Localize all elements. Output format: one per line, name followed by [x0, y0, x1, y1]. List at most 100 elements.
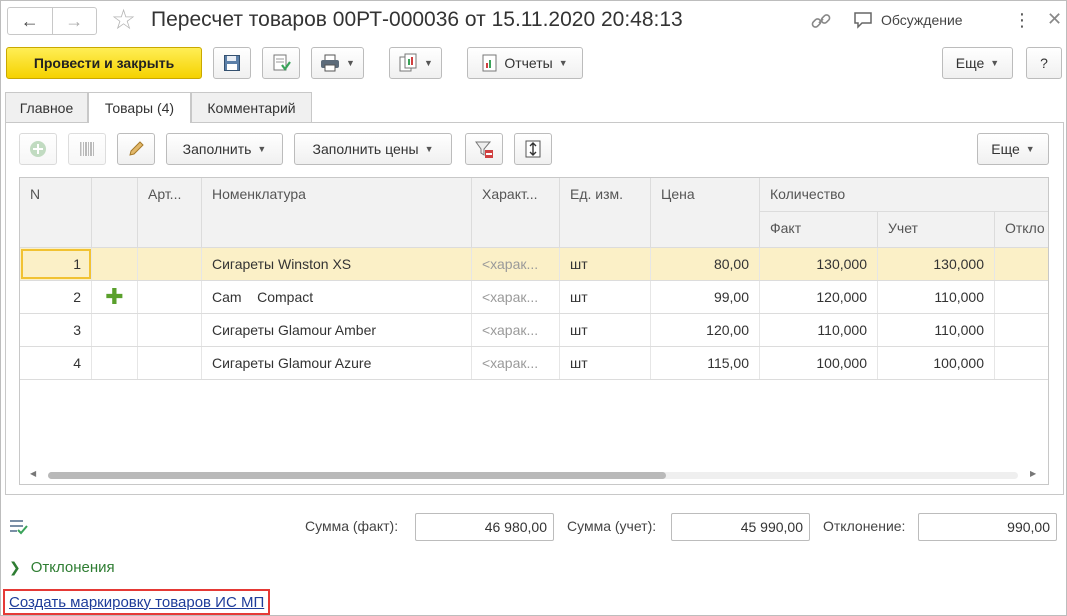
fill-prices-button[interactable]: Заполнить цены ▼ [294, 133, 452, 165]
fill-prices-label: Заполнить цены [312, 141, 419, 157]
more-button[interactable]: Еще ▼ [942, 47, 1013, 79]
row-number[interactable]: 2 [20, 281, 92, 313]
row-price[interactable]: 120,00 [651, 314, 760, 346]
chevron-down-icon: ▼ [257, 144, 267, 154]
deviations-group-toggle[interactable]: ❯ Отклонения [9, 559, 115, 576]
row-unit[interactable]: шт [560, 248, 651, 280]
row-characteristic[interactable]: <харак... [472, 314, 560, 346]
row-number[interactable]: 1 [20, 248, 92, 280]
row-fact[interactable]: 110,000 [760, 314, 878, 346]
column-header-characteristic[interactable]: Характ... [472, 178, 560, 248]
row-price[interactable]: 99,00 [651, 281, 760, 313]
column-header-fact[interactable]: Факт [760, 212, 878, 248]
row-account[interactable]: 110,000 [878, 314, 995, 346]
column-header-price[interactable]: Цена [651, 178, 760, 248]
row-unit[interactable]: шт [560, 314, 651, 346]
row-article[interactable] [138, 248, 202, 280]
tab-goods[interactable]: Товары (4) [88, 92, 191, 123]
goods-table[interactable]: N Арт... Номенклатура Характ... Ед. изм.… [19, 177, 1049, 485]
row-nomenclature[interactable]: Сигареты Glamour Azure [202, 347, 472, 379]
row-fact[interactable]: 130,000 [760, 248, 878, 280]
row-price[interactable]: 115,00 [651, 347, 760, 379]
favorite-star-icon[interactable]: ☆ [111, 5, 136, 35]
reports-button[interactable]: Отчеты ▼ [467, 47, 583, 79]
table-row[interactable]: 4 Сигареты Glamour Azure <харак... шт 11… [20, 347, 1048, 380]
sum-fact-label: Сумма (факт): [305, 518, 399, 534]
row-characteristic[interactable]: <харак... [472, 281, 560, 313]
row-number[interactable]: 3 [20, 314, 92, 346]
scroll-left-icon[interactable]: ◀ [30, 469, 36, 478]
add-row-button[interactable] [19, 133, 57, 165]
added-plus-icon: ✚ [92, 281, 138, 313]
horizontal-scrollbar[interactable]: ◀ ▶ [20, 466, 1048, 484]
row-characteristic[interactable]: <харак... [472, 248, 560, 280]
back-arrow-icon[interactable]: ← [8, 8, 52, 34]
column-header-account[interactable]: Учет [878, 212, 995, 248]
help-button[interactable]: ? [1026, 47, 1062, 79]
table-more-button[interactable]: Еще ▼ [977, 133, 1049, 165]
edit-row-button[interactable] [117, 133, 155, 165]
tab-main[interactable]: Главное [5, 92, 88, 122]
deviation-field[interactable]: 990,00 [918, 513, 1057, 541]
more-label: Еще [955, 55, 985, 71]
create-based-on-icon [399, 53, 417, 72]
more-vertical-icon[interactable]: ⋮ [1013, 10, 1031, 30]
row-deviation[interactable] [995, 347, 1048, 379]
row-account[interactable]: 130,000 [878, 248, 995, 280]
column-header-n[interactable]: N [20, 178, 92, 248]
table-row[interactable]: 1 Сигареты Winston XS <харак... шт 80,00… [20, 248, 1048, 281]
post-button[interactable] [262, 47, 300, 79]
chevron-down-icon: ▼ [424, 144, 434, 154]
column-header-nomenclature[interactable]: Номенклатура [202, 178, 472, 248]
row-article[interactable] [138, 281, 202, 313]
discussion-button[interactable]: Обсуждение [853, 11, 963, 29]
post-and-close-button[interactable]: Провести и закрыть [6, 47, 202, 79]
row-deviation[interactable] [995, 281, 1048, 313]
sum-fact-field[interactable]: 46 980,00 [415, 513, 554, 541]
row-price[interactable]: 80,00 [651, 248, 760, 280]
row-number[interactable]: 4 [20, 347, 92, 379]
row-article[interactable] [138, 347, 202, 379]
chevron-down-icon: ▼ [990, 58, 1000, 68]
row-account[interactable]: 100,000 [878, 347, 995, 379]
scroll-right-icon[interactable]: ▶ [1030, 469, 1036, 478]
column-header-unit[interactable]: Ед. изм. [560, 178, 651, 248]
row-characteristic[interactable]: <харак... [472, 347, 560, 379]
column-header-article[interactable]: Арт... [138, 178, 202, 248]
save-button[interactable] [213, 47, 251, 79]
scroll-thumb[interactable] [48, 472, 666, 479]
sum-account-label: Сумма (учет): [567, 518, 657, 534]
row-nomenclature[interactable]: Сигареты Glamour Amber [202, 314, 472, 346]
row-deviation[interactable] [995, 248, 1048, 280]
create-marking-link[interactable]: Создать маркировку товаров ИС МП [3, 589, 271, 615]
column-header-deviation[interactable]: Откло [995, 212, 1048, 248]
list-check-icon[interactable] [9, 518, 29, 536]
split-line-button[interactable] [514, 133, 552, 165]
filter-button[interactable] [465, 133, 503, 165]
table-row[interactable]: 3 Сигареты Glamour Amber <харак... шт 12… [20, 314, 1048, 347]
table-row[interactable]: 2 ✚ Cam Compact <харак... шт 99,00 120,0… [20, 281, 1048, 314]
link-icon[interactable] [809, 9, 833, 33]
sum-account-field[interactable]: 45 990,00 [671, 513, 810, 541]
row-nomenclature[interactable]: Сигареты Winston XS [202, 248, 472, 280]
column-header-status[interactable] [92, 178, 138, 248]
add-circle-icon [30, 141, 46, 157]
row-unit[interactable]: шт [560, 281, 651, 313]
row-fact[interactable]: 100,000 [760, 347, 878, 379]
row-status [92, 314, 138, 346]
forward-arrow-icon[interactable]: → [51, 8, 97, 34]
tab-comment[interactable]: Комментарий [191, 92, 312, 122]
column-header-quantity[interactable]: Количество [760, 178, 1048, 212]
row-nomenclature[interactable]: Cam Compact [202, 281, 472, 313]
row-fact[interactable]: 120,000 [760, 281, 878, 313]
create-marking-link-text: Создать маркировку товаров ИС МП [9, 593, 265, 611]
fill-button[interactable]: Заполнить ▼ [166, 133, 283, 165]
row-unit[interactable]: шт [560, 347, 651, 379]
create-based-on-button[interactable]: ▼ [389, 47, 442, 79]
close-icon[interactable]: ✕ [1047, 9, 1062, 29]
row-deviation[interactable] [995, 314, 1048, 346]
barcode-button[interactable] [68, 133, 106, 165]
row-account[interactable]: 110,000 [878, 281, 995, 313]
print-button[interactable]: ▼ [311, 47, 364, 79]
row-article[interactable] [138, 314, 202, 346]
